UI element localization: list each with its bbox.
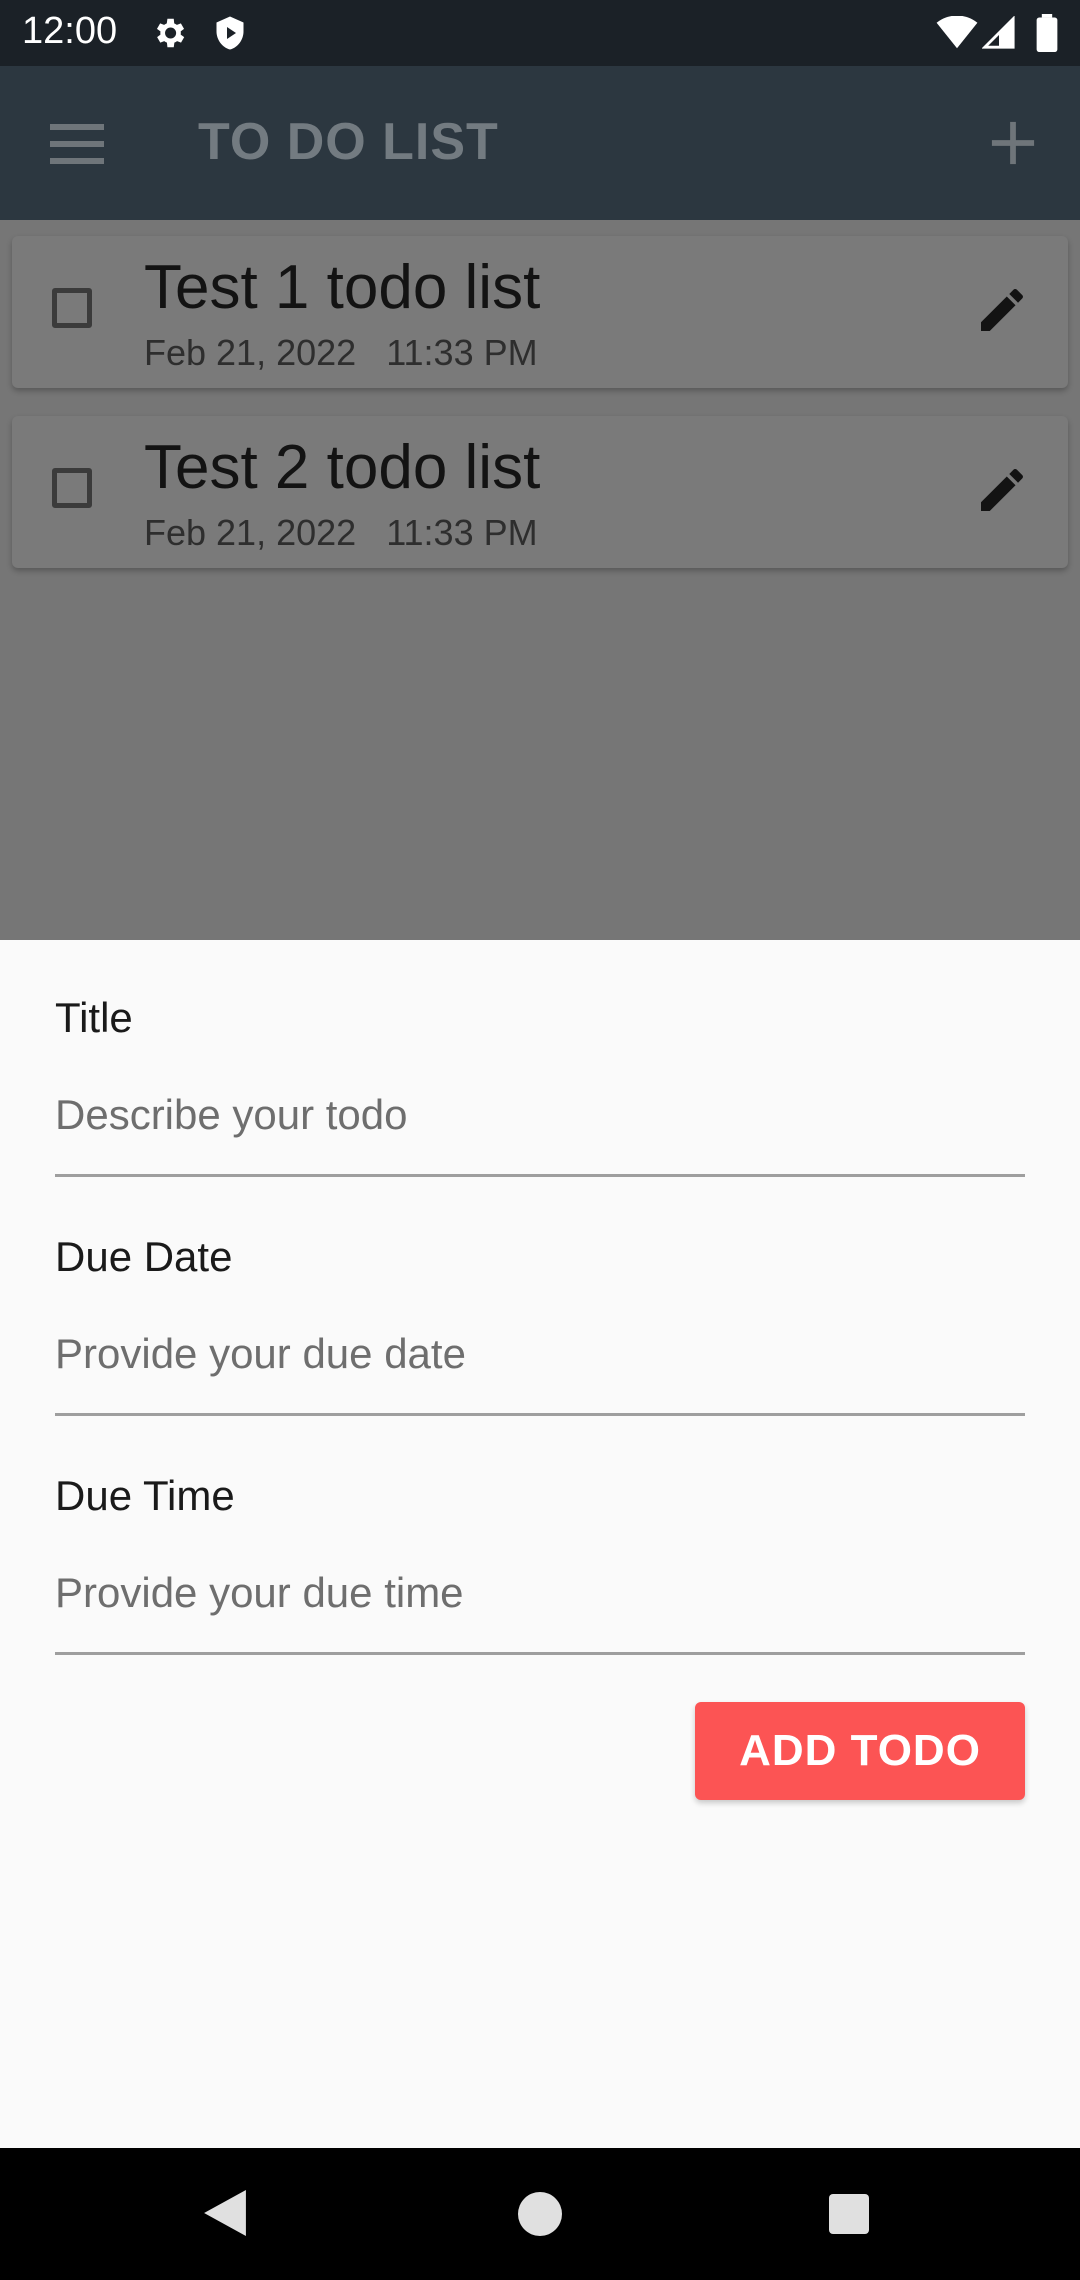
wifi-icon <box>936 16 978 49</box>
todo-time: 11:33 PM <box>386 332 538 373</box>
todo-checkbox[interactable] <box>52 288 92 328</box>
todo-datetime: Feb 21, 2022 11:33 PM <box>144 332 538 374</box>
todo-item[interactable]: Test 2 todo list Feb 21, 2022 11:33 PM <box>12 416 1068 568</box>
title-input[interactable] <box>55 1080 1025 1177</box>
back-icon[interactable] <box>204 2190 246 2236</box>
home-icon[interactable] <box>518 2192 562 2236</box>
pencil-icon[interactable] <box>974 282 1030 338</box>
todo-checkbox[interactable] <box>52 468 92 508</box>
todo-list: Test 1 todo list Feb 21, 2022 11:33 PM T… <box>0 220 1080 940</box>
add-todo-button[interactable]: ADD TODO <box>695 1702 1025 1800</box>
plus-icon[interactable] <box>990 120 1036 166</box>
signal-icon <box>982 16 1015 49</box>
due-date-label: Due Date <box>55 1233 233 1280</box>
todo-datetime: Feb 21, 2022 11:33 PM <box>144 512 538 554</box>
todo-date: Feb 21, 2022 <box>144 512 357 553</box>
due-time-label: Due Time <box>55 1472 235 1519</box>
app-title: TO DO LIST <box>198 113 499 171</box>
todo-title: Test 1 todo list <box>144 253 541 322</box>
due-time-input[interactable] <box>55 1558 1025 1655</box>
due-date-input[interactable] <box>55 1319 1025 1416</box>
app-bar <box>0 66 1080 220</box>
pencil-icon[interactable] <box>974 462 1030 518</box>
shield-icon <box>216 16 244 50</box>
status-bar: 12:00 <box>0 0 1080 66</box>
status-time: 12:00 <box>22 10 118 52</box>
todo-item[interactable]: Test 1 todo list Feb 21, 2022 11:33 PM <box>12 236 1068 388</box>
recents-icon[interactable] <box>828 2194 870 2234</box>
battery-icon <box>1036 14 1058 52</box>
gear-icon <box>156 18 185 48</box>
todo-title: Test 2 todo list <box>144 433 541 502</box>
title-label: Title <box>55 994 133 1041</box>
todo-time: 11:33 PM <box>386 512 538 553</box>
todo-date: Feb 21, 2022 <box>144 332 357 373</box>
menu-icon[interactable] <box>50 124 104 164</box>
